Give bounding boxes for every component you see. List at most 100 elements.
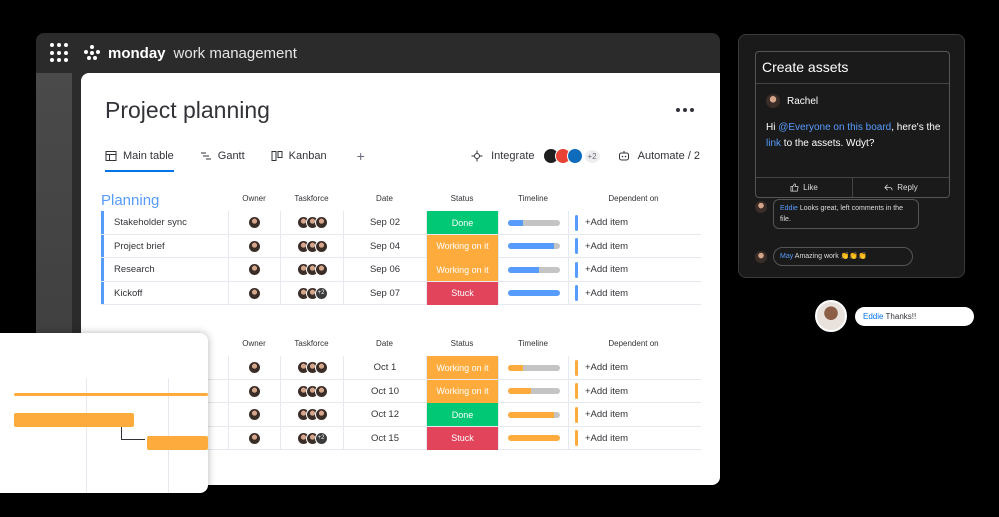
dependent-cell[interactable]: +Add item: [568, 379, 699, 403]
status-badge[interactable]: Stuck: [426, 426, 498, 450]
status-badge[interactable]: Stuck: [426, 281, 498, 305]
group-title[interactable]: Planning: [101, 192, 159, 209]
add-item-button[interactable]: +Add item: [585, 241, 628, 252]
status-badge[interactable]: Working on it: [426, 234, 498, 258]
dependent-cell[interactable]: +Add item: [568, 403, 699, 426]
add-item-button[interactable]: +Add item: [585, 409, 628, 420]
dependent-cell[interactable]: +Add item: [568, 281, 699, 305]
item-name[interactable]: Project brief: [104, 235, 228, 258]
timeline-cell[interactable]: [498, 281, 568, 305]
date-cell[interactable]: Sep 07: [343, 281, 426, 305]
table-row[interactable]: Stakeholder sync Sep 02 Done +Add item: [101, 211, 701, 235]
gantt-bar[interactable]: [14, 393, 208, 396]
column-header-taskforce: Taskforce: [294, 194, 329, 203]
avatar: [314, 216, 328, 229]
date-cell[interactable]: Oct 10: [343, 379, 426, 403]
timeline-cell[interactable]: [498, 234, 568, 258]
add-item-button[interactable]: +Add item: [585, 288, 628, 299]
more-options-icon[interactable]: [676, 108, 694, 112]
date-cell[interactable]: Sep 02: [343, 211, 426, 234]
add-item-button[interactable]: +Add item: [585, 217, 628, 228]
owner-cell[interactable]: [228, 258, 280, 281]
comment-author[interactable]: May: [780, 253, 793, 260]
add-item-button[interactable]: +Add item: [585, 433, 628, 444]
add-item-button[interactable]: +Add item: [585, 264, 628, 275]
gantt-dependency-arrow: [121, 427, 145, 440]
status-badge[interactable]: Done: [426, 211, 498, 234]
taskforce-cell[interactable]: +2: [280, 426, 343, 450]
owner-cell[interactable]: [228, 379, 280, 403]
timeline-cell[interactable]: [498, 379, 568, 403]
automate-button[interactable]: Automate / 2: [638, 150, 700, 162]
owner-cell[interactable]: [228, 356, 280, 379]
tab-kanban[interactable]: Kanban: [271, 143, 327, 169]
table-row[interactable]: Research Sep 06 Working on it +Add item: [101, 258, 701, 282]
add-item-button[interactable]: +Add item: [585, 386, 628, 397]
timeline-cell[interactable]: [498, 356, 568, 379]
tab-main-table[interactable]: Main table: [105, 143, 174, 172]
mention-link[interactable]: @Everyone on this board: [778, 122, 891, 133]
status-badge[interactable]: Working on it: [426, 356, 498, 379]
timeline-fill: [507, 388, 531, 394]
owner-cell[interactable]: [228, 426, 280, 450]
owner-cell[interactable]: [228, 234, 280, 258]
table-row[interactable]: Project brief Sep 04 Working on it +Add ite…: [101, 234, 701, 258]
dependent-cell[interactable]: +Add item: [568, 211, 699, 234]
item-name[interactable]: Stakeholder sync: [104, 211, 228, 234]
dependent-cell[interactable]: +Add item: [568, 234, 699, 258]
dependent-cell[interactable]: +Add item: [568, 356, 699, 379]
timeline-bar: [507, 219, 560, 226]
owner-cell[interactable]: [228, 403, 280, 426]
dependent-cell[interactable]: +Add item: [568, 258, 699, 281]
item-name[interactable]: Research: [104, 258, 228, 281]
avatar: [248, 384, 261, 398]
tab-gantt[interactable]: Gantt: [200, 143, 245, 169]
more-members-count[interactable]: +2: [314, 431, 328, 445]
date-cell[interactable]: Sep 04: [343, 234, 426, 258]
timeline-cell[interactable]: [498, 426, 568, 450]
like-button[interactable]: Like: [756, 178, 852, 197]
status-badge[interactable]: Working on it: [426, 379, 498, 403]
dependency-marker: [575, 238, 578, 254]
owner-cell[interactable]: [228, 281, 280, 305]
taskforce-cell[interactable]: +2: [280, 281, 343, 305]
gantt-bar[interactable]: [147, 436, 208, 450]
status-badge[interactable]: Working on it: [426, 258, 498, 281]
date-cell[interactable]: Oct 12: [343, 403, 426, 426]
timeline-bar: [507, 364, 560, 371]
timeline-cell[interactable]: [498, 403, 568, 426]
comment-author[interactable]: Eddie: [863, 312, 883, 321]
integrate-button[interactable]: Integrate: [491, 150, 534, 162]
reply-button[interactable]: Reply: [852, 178, 949, 197]
status-badge[interactable]: Done: [426, 403, 498, 426]
update-card: Create assets Rachel Hi @Everyone on thi…: [755, 51, 950, 198]
date-cell[interactable]: Oct 1: [343, 356, 426, 379]
taskforce-cell[interactable]: [280, 258, 343, 281]
avatar: [314, 408, 328, 421]
taskforce-cell[interactable]: [280, 211, 343, 234]
taskforce-cell[interactable]: [280, 379, 343, 403]
taskforce-cell[interactable]: [280, 356, 343, 379]
floating-comment: Eddie Thanks!!: [815, 300, 974, 332]
taskforce-cell[interactable]: [280, 234, 343, 258]
integration-count: +2: [584, 149, 600, 163]
date-cell[interactable]: Oct 15: [343, 426, 426, 450]
avatar: [314, 384, 328, 398]
timeline-cell[interactable]: [498, 211, 568, 234]
add-item-button[interactable]: +Add item: [585, 362, 628, 373]
more-members-count[interactable]: +2: [314, 286, 328, 300]
table-row[interactable]: Kickoff +2 Sep 07 Stuck +Add item: [101, 281, 701, 305]
assets-link[interactable]: link: [766, 138, 781, 149]
gantt-icon: [200, 152, 211, 160]
date-cell[interactable]: Sep 06: [343, 258, 426, 281]
timeline-cell[interactable]: [498, 258, 568, 281]
item-name[interactable]: Kickoff: [104, 282, 228, 305]
dependent-cell[interactable]: +Add item: [568, 426, 699, 450]
gantt-bar[interactable]: [14, 413, 134, 427]
apps-grid-icon[interactable]: [50, 43, 70, 63]
comment-author[interactable]: Eddie: [780, 205, 798, 212]
comment-bubble: Eddie Thanks!!: [855, 306, 974, 326]
add-view-button[interactable]: +: [357, 148, 365, 164]
owner-cell[interactable]: [228, 211, 280, 234]
taskforce-cell[interactable]: [280, 403, 343, 426]
